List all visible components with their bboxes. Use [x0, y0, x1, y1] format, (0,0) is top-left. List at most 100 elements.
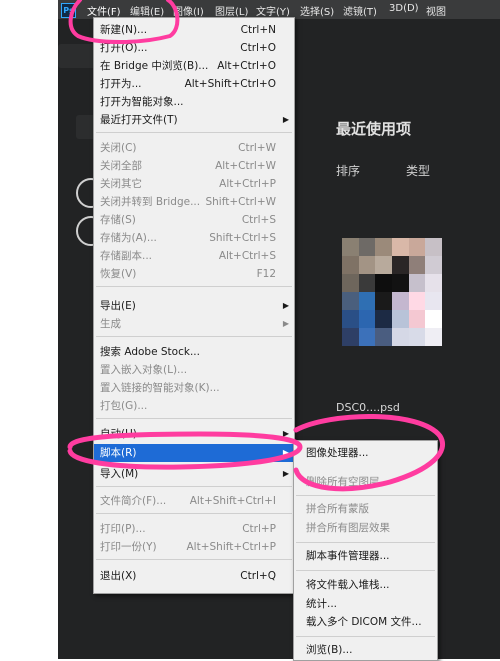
submenu-arrow-icon: ▶: [282, 429, 289, 438]
menu-item-label: 打开为...: [100, 78, 142, 90]
submenu-item-image-processor[interactable]: 图像处理器...: [294, 444, 437, 462]
menu-item-print[interactable]: 打印(P)... Ctrl+P: [94, 520, 294, 538]
sort-button[interactable]: 排序: [336, 162, 360, 179]
menu-item-automate[interactable]: 自动(U) ▶: [94, 425, 294, 443]
submenu-item-flatten-masks[interactable]: 拼合所有蒙版: [294, 500, 437, 518]
submenu-item-label: 统计...: [306, 598, 338, 610]
menu-item-place-linked[interactable]: 置入链接的智能对象(K)...: [94, 379, 294, 397]
menu-item-shortcut: Alt+Shift+Ctrl+P: [186, 541, 277, 553]
menu-item-label: 打印一份(Y): [100, 541, 157, 553]
menu-item-label: 关闭全部: [100, 160, 142, 172]
menu-item-label: 最近打开文件(T): [100, 114, 178, 126]
menu-edit[interactable]: 编辑(E): [130, 3, 164, 18]
menu-item-generate[interactable]: 生成 ▶: [94, 315, 294, 333]
menu-item-file-info[interactable]: 文件简介(F)... Alt+Shift+Ctrl+I: [94, 492, 294, 510]
menu-view[interactable]: 视图: [426, 3, 446, 18]
menu-item-save-as[interactable]: 存储为(A)... Shift+Ctrl+S: [94, 229, 294, 247]
menu-separator: [96, 336, 292, 337]
submenu-item-load-dicom[interactable]: 载入多个 DICOM 文件...: [294, 613, 437, 631]
menu-item-label: 关闭(C): [100, 142, 137, 154]
menu-item-label: 生成: [100, 318, 121, 330]
menu-item-label: 存储(S): [100, 214, 136, 226]
file-menu-dropdown: 新建(N)... Ctrl+N 打开(O)... Ctrl+O 在 Bridge 中…: [93, 17, 295, 594]
submenu-item-label: 拼合所有图层效果: [306, 522, 390, 534]
menu-separator: [96, 418, 292, 419]
menu-item-close-others[interactable]: 关闭其它 Alt+Ctrl+P: [94, 175, 294, 193]
menu-item-label: 打印(P)...: [100, 523, 146, 535]
menu-item-open-smart-object[interactable]: 打开为智能对象...: [94, 93, 294, 111]
menu-item-label: 新建(N)...: [100, 24, 148, 36]
menu-item-label: 文件简介(F)...: [100, 495, 167, 507]
menu-item-shortcut: F12: [256, 268, 276, 280]
menu-item-shortcut: Alt+Ctrl+O: [217, 60, 276, 72]
menu-item-save[interactable]: 存储(S) Ctrl+S: [94, 211, 294, 229]
submenu-arrow-icon: ▶: [282, 469, 289, 478]
menu-item-label: 脚本(R): [100, 447, 137, 459]
menu-item-label: 打开(O)...: [100, 42, 148, 54]
toolbar-strip: [58, 44, 98, 68]
menu-select[interactable]: 选择(S): [300, 3, 334, 18]
menu-item-label: 搜索 Adobe Stock...: [100, 346, 200, 358]
submenu-item-flatten-effects[interactable]: 拼合所有图层效果: [294, 519, 437, 537]
menu-item-import[interactable]: 导入(M) ▶: [94, 465, 294, 483]
menu-item-label: 关闭并转到 Bridge...: [100, 196, 201, 208]
menu-item-new[interactable]: 新建(N)... Ctrl+N: [94, 21, 294, 39]
menu-item-print-one-copy[interactable]: 打印一份(Y) Alt+Shift+Ctrl+P: [94, 538, 294, 556]
menu-item-exit[interactable]: 退出(X) Ctrl+Q: [94, 567, 294, 585]
menu-item-shortcut: Ctrl+Q: [240, 570, 276, 582]
menu-item-open[interactable]: 打开(O)... Ctrl+O: [94, 39, 294, 57]
menu-item-label: 置入链接的智能对象(K)...: [100, 382, 220, 394]
submenu-item-statistics[interactable]: 统计...: [294, 595, 437, 613]
menu-item-open-as[interactable]: 打开为... Alt+Shift+Ctrl+O: [94, 75, 294, 93]
photoshop-logo-icon: Ps: [61, 3, 76, 18]
menu-item-scripts[interactable]: 脚本(R) ▶: [94, 444, 294, 462]
menu-item-shortcut: Alt+Ctrl+W: [215, 160, 276, 172]
recent-file-name[interactable]: DSC0....psd: [336, 401, 400, 414]
menu-item-close[interactable]: 关闭(C) Ctrl+W: [94, 139, 294, 157]
menu-item-label: 存储副本...: [100, 250, 153, 262]
menu-item-shortcut: Ctrl+P: [242, 523, 276, 535]
menu-separator: [96, 486, 292, 487]
menu-item-place-embedded[interactable]: 置入嵌入对象(L)...: [94, 361, 294, 379]
menu-item-package[interactable]: 打包(G)...: [94, 397, 294, 415]
menu-file[interactable]: 文件(F): [87, 3, 121, 18]
submenu-item-load-files-stack[interactable]: 将文件载入堆栈...: [294, 576, 437, 594]
menu-item-shortcut: Alt+Shift+Ctrl+I: [189, 495, 276, 507]
menu-item-browse-bridge[interactable]: 在 Bridge 中浏览(B)... Alt+Ctrl+O: [94, 57, 294, 75]
menu-separator: [296, 542, 435, 543]
menu-item-shortcut: Ctrl+S: [241, 214, 276, 226]
menu-item-shortcut: Alt+Ctrl+S: [218, 250, 276, 262]
menu-item-label: 关闭其它: [100, 178, 142, 190]
submenu-item-browse[interactable]: 浏览(B)...: [294, 641, 437, 659]
recent-file-thumbnail[interactable]: [342, 238, 442, 346]
menu-image[interactable]: 图像(I): [173, 3, 204, 18]
submenu-item-label: 图像处理器...: [306, 447, 369, 459]
menu-item-shortcut: Shift+Ctrl+W: [205, 196, 276, 208]
menu-item-label: 打包(G)...: [100, 400, 148, 412]
menu-item-export[interactable]: 导出(E) ▶: [94, 297, 294, 315]
menu-item-label: 恢复(V): [100, 268, 137, 280]
menu-item-close-all[interactable]: 关闭全部 Alt+Ctrl+W: [94, 157, 294, 175]
submenu-arrow-icon: ▶: [282, 301, 289, 310]
menu-type[interactable]: 文字(Y): [256, 3, 290, 18]
submenu-arrow-icon: ▶: [282, 319, 289, 328]
menu-filter[interactable]: 滤镜(T): [343, 3, 377, 18]
menu-item-shortcut: Ctrl+N: [240, 24, 276, 36]
menu-item-close-go-bridge[interactable]: 关闭并转到 Bridge... Shift+Ctrl+W: [94, 193, 294, 211]
menu-item-recent-files[interactable]: 最近打开文件(T) ▶: [94, 111, 294, 129]
menu-item-shortcut: Ctrl+O: [240, 42, 276, 54]
submenu-item-label: 拼合所有蒙版: [306, 503, 369, 515]
menu-item-label: 存储为(A)...: [100, 232, 157, 244]
menu-item-shortcut: Alt+Shift+Ctrl+O: [184, 78, 276, 90]
menu-3d[interactable]: 3D(D): [389, 3, 419, 14]
submenu-item-delete-empty-layers[interactable]: 删除所有空图层: [294, 473, 437, 491]
submenu-item-script-events-manager[interactable]: 脚本事件管理器...: [294, 547, 437, 565]
menu-item-search-stock[interactable]: 搜索 Adobe Stock...: [94, 343, 294, 361]
menu-separator: [296, 570, 435, 571]
menu-layer[interactable]: 图层(L): [215, 3, 248, 18]
menu-item-save-copy[interactable]: 存储副本... Alt+Ctrl+S: [94, 247, 294, 265]
submenu-item-label: 将文件载入堆栈...: [306, 579, 390, 591]
menu-item-label: 导出(E): [100, 300, 136, 312]
menu-item-revert[interactable]: 恢复(V) F12: [94, 265, 294, 283]
type-button[interactable]: 类型: [406, 162, 430, 179]
